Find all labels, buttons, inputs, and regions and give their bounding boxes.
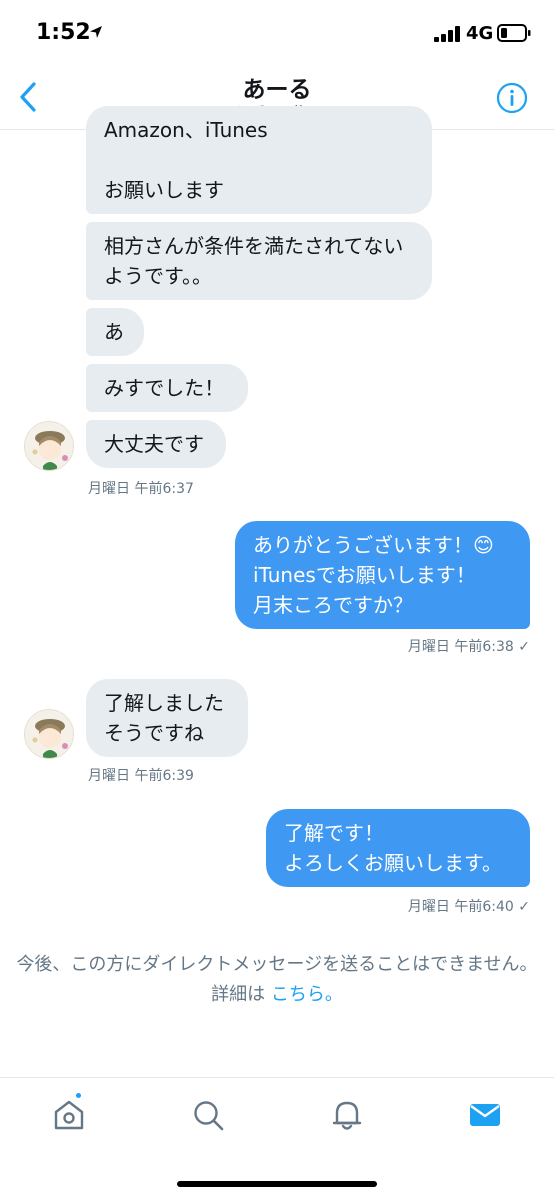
- incoming-message[interactable]: 了解しました そうですね: [86, 679, 248, 757]
- conversation-name[interactable]: あーる: [0, 70, 554, 104]
- dm-restriction-notice: 今後、この方にダイレクトメッセージを送ることはできません。詳細は こちら。: [14, 950, 540, 1010]
- home-indicator[interactable]: [177, 1181, 377, 1187]
- message-timestamp: 月曜日 午前6:38 ✓: [408, 636, 530, 656]
- outgoing-message[interactable]: 了解です！ よろしくお願いします。: [266, 809, 530, 887]
- notice-link[interactable]: こちら。: [271, 984, 343, 1005]
- avatar-illustration-icon: [32, 719, 68, 758]
- avatar-illustration-icon: [32, 431, 68, 470]
- sender-avatar[interactable]: [24, 421, 74, 471]
- search-icon[interactable]: [191, 1098, 225, 1132]
- incoming-message[interactable]: 相方さんが条件を満たされてない ようです。。: [86, 222, 432, 300]
- incoming-message[interactable]: みすでした！: [86, 364, 248, 412]
- message-timestamp: 月曜日 午前6:39: [88, 768, 194, 784]
- battery-icon: [497, 24, 531, 42]
- home-notification-dot: [74, 1091, 83, 1100]
- timestamp-text: 月曜日 午前6:40: [407, 899, 514, 915]
- status-time: 1:52: [36, 20, 91, 45]
- status-bar: 1:52 4G: [0, 0, 554, 62]
- message-timestamp: 月曜日 午前6:37: [88, 481, 194, 497]
- location-arrow-icon: [90, 26, 102, 38]
- network-type: 4G: [466, 23, 494, 44]
- incoming-message[interactable]: あ: [86, 308, 144, 356]
- info-icon[interactable]: [496, 82, 528, 114]
- read-check-icon: ✓: [518, 899, 530, 915]
- read-check-icon: ✓: [518, 639, 530, 655]
- message-timestamp: 月曜日 午前6:40 ✓: [408, 896, 530, 916]
- incoming-message[interactable]: Amazon、iTunes お願いします: [86, 106, 432, 214]
- outgoing-message[interactable]: ありがとうございます！😊 iTunesでお願いします！ 月末ころですか？: [235, 521, 530, 629]
- incoming-message[interactable]: 大丈夫です: [86, 420, 226, 468]
- messages-icon[interactable]: [468, 1098, 502, 1132]
- timestamp-text: 月曜日 午前6:38: [407, 639, 514, 655]
- sender-avatar[interactable]: [24, 709, 74, 759]
- notifications-icon[interactable]: [330, 1098, 364, 1132]
- signal-icon: [434, 26, 460, 42]
- home-icon[interactable]: [52, 1098, 86, 1132]
